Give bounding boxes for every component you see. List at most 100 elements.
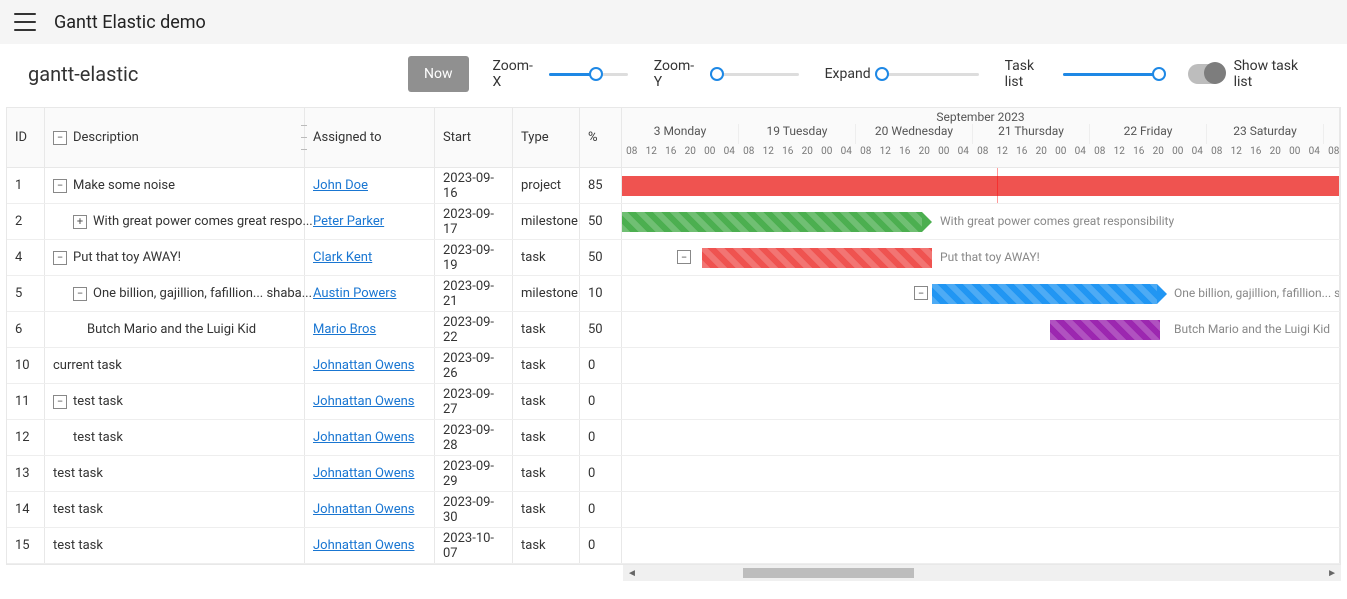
collapse-button[interactable]: − <box>73 287 87 301</box>
calendar-hour: 00 <box>817 146 837 166</box>
cell-gantt <box>622 348 1340 383</box>
assignee-link[interactable]: Peter Parker <box>313 214 384 229</box>
assignee-link[interactable]: John Doe <box>313 178 368 193</box>
scroll-right-arrow[interactable]: ► <box>1327 568 1337 579</box>
calendar-hour: 20 <box>1266 146 1286 166</box>
task-row: 11−test taskJohnattan Owens2023-09-27tas… <box>7 384 1340 420</box>
header-type: Type <box>513 108 580 167</box>
cell-type: task <box>513 420 580 455</box>
calendar-hour: 20 <box>681 146 701 166</box>
cell-desc: test task <box>45 492 305 527</box>
cell-start: 2023-09-26 <box>435 348 513 383</box>
calendar-hour: 00 <box>1168 146 1188 166</box>
header-desc-text: Description <box>73 130 139 145</box>
gantt-bar[interactable] <box>622 176 1340 196</box>
cell-id: 13 <box>7 456 45 491</box>
assignee-link[interactable]: Austin Powers <box>313 286 396 301</box>
cell-gantt: Butch Mario and the Luigi Kid <box>622 312 1340 347</box>
gantt-bar-label: Butch Mario and the Luigi Kid <box>1174 322 1330 336</box>
assignee-link[interactable]: Johnattan Owens <box>313 358 414 373</box>
assignee-link[interactable]: Clark Kent <box>313 250 372 265</box>
header-start: Start <box>435 108 513 167</box>
calendar-day: 21 Thursday <box>973 124 1090 144</box>
cell-start: 2023-09-30 <box>435 492 513 527</box>
expand-all-button[interactable]: − <box>53 131 67 145</box>
cell-id: 6 <box>7 312 45 347</box>
calendar-day: 22 Friday <box>1090 124 1207 144</box>
zoom-y-slider[interactable] <box>710 66 799 82</box>
tasklist-slider[interactable] <box>1063 66 1162 82</box>
cell-pct: 85 <box>580 168 622 203</box>
zoom-x-slider[interactable] <box>549 66 628 82</box>
assignee-link[interactable]: Johnattan Owens <box>313 502 414 517</box>
cell-start: 2023-09-17 <box>435 204 513 239</box>
app-title: Gantt Elastic demo <box>54 12 206 33</box>
month-label: September 2023 <box>936 110 1024 124</box>
header-pct: % <box>580 108 622 167</box>
task-row: 12test taskJohnattan Owens2023-09-28task… <box>7 420 1340 456</box>
calendar-hour: 12 <box>1110 146 1130 166</box>
task-description: Butch Mario and the Luigi Kid <box>87 322 256 337</box>
task-description: current task <box>53 358 122 373</box>
gantt-bar-label: With great power comes great responsibil… <box>940 214 1174 228</box>
expand-button[interactable]: + <box>73 215 87 229</box>
menu-icon[interactable] <box>14 13 36 31</box>
task-description: test task <box>53 466 103 481</box>
cell-assignee: Johnattan Owens <box>305 384 435 419</box>
calendar-hour: 12 <box>876 146 896 166</box>
cell-type: project <box>513 168 580 203</box>
cell-id: 1 <box>7 168 45 203</box>
collapse-button[interactable]: − <box>53 179 67 193</box>
assignee-link[interactable]: Mario Bros <box>313 322 376 337</box>
cell-id: 10 <box>7 348 45 383</box>
cell-start: 2023-09-28 <box>435 420 513 455</box>
gantt-bar[interactable] <box>1050 320 1160 340</box>
header-desc: − Description <box>45 108 305 167</box>
calendar-hour: 16 <box>778 146 798 166</box>
cell-assignee: Johnattan Owens <box>305 456 435 491</box>
calendar-day: 24 Sund <box>1324 124 1340 144</box>
header-id: ID <box>7 108 45 167</box>
assignee-link[interactable]: Johnattan Owens <box>313 466 414 481</box>
calendar-hour: 00 <box>1051 146 1071 166</box>
calendar-hour: 20 <box>915 146 935 166</box>
cell-id: 15 <box>7 528 45 563</box>
gantt-bar[interactable] <box>622 212 922 232</box>
calendar-hour: 20 <box>1032 146 1052 166</box>
gantt-collapse-button[interactable]: − <box>914 286 928 300</box>
show-tasklist-switch[interactable] <box>1188 64 1224 84</box>
scroll-left-arrow[interactable]: ◄ <box>627 568 637 579</box>
cell-pct: 0 <box>580 420 622 455</box>
gantt-collapse-button[interactable]: − <box>677 250 691 264</box>
task-row: 4−Put that toy AWAY!Clark Kent2023-09-19… <box>7 240 1340 276</box>
cell-type: task <box>513 240 580 275</box>
expand-slider[interactable] <box>879 66 979 82</box>
collapse-button[interactable]: − <box>53 251 67 265</box>
horizontal-scrollbar[interactable]: ◄ ► <box>623 565 1341 581</box>
assignee-link[interactable]: Johnattan Owens <box>313 430 414 445</box>
gantt-bar-label: One billion, gajillion, fafillion... sha… <box>1174 286 1340 300</box>
calendar-hour: 00 <box>1285 146 1305 166</box>
collapse-button[interactable]: − <box>53 395 67 409</box>
cell-type: task <box>513 492 580 527</box>
calendar-hour: 12 <box>642 146 662 166</box>
now-button[interactable]: Now <box>408 56 469 92</box>
cell-start: 2023-09-16 <box>435 168 513 203</box>
cell-pct: 0 <box>580 492 622 527</box>
cell-start: 2023-09-27 <box>435 384 513 419</box>
calendar-hour: 00 <box>934 146 954 166</box>
cell-assignee: Peter Parker <box>305 204 435 239</box>
cell-desc: Butch Mario and the Luigi Kid <box>45 312 305 347</box>
calendar-hour: 12 <box>759 146 779 166</box>
task-description: test task <box>53 502 103 517</box>
assignee-link[interactable]: Johnattan Owens <box>313 394 414 409</box>
gantt-bar[interactable] <box>932 284 1157 304</box>
cell-id: 14 <box>7 492 45 527</box>
cell-type: task <box>513 528 580 563</box>
cell-gantt: − One billion, gajillion, fafillion... sh… <box>622 276 1340 311</box>
assignee-link[interactable]: Johnattan Owens <box>313 538 414 553</box>
calendar-hour: 08 <box>739 146 759 166</box>
cell-pct: 10 <box>580 276 622 311</box>
calendar-day: 3 Monday <box>622 124 739 144</box>
gantt-bar[interactable] <box>702 248 932 268</box>
